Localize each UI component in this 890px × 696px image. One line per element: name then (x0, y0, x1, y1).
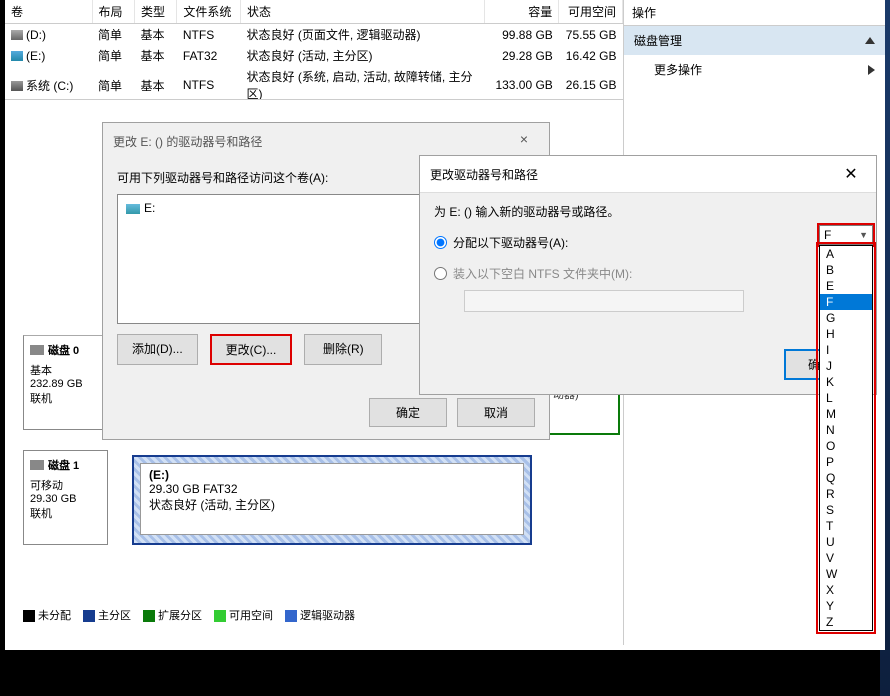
mount-folder-option[interactable]: 装入以下空白 NTFS 文件夹中(M): (434, 261, 862, 286)
letter-option[interactable]: F (820, 294, 872, 310)
letter-option[interactable]: T (820, 518, 872, 534)
letter-option[interactable]: J (820, 358, 872, 374)
action-more[interactable]: 更多操作 (624, 55, 885, 84)
volume-table: 卷 布局 类型 文件系统 状态 容量 可用空间 (D:)简单基本NTFS状态良好… (5, 0, 623, 100)
close-icon[interactable]: ✕ (836, 164, 866, 184)
letter-option[interactable]: I (820, 342, 872, 358)
mount-path-input (464, 290, 744, 312)
dialog-title: 更改驱动器号和路径 (430, 166, 538, 183)
assign-letter-radio[interactable] (434, 236, 447, 249)
col-layout[interactable]: 布局 (92, 0, 134, 24)
disk-icon (30, 460, 44, 470)
assign-drive-letter-dialog: 更改驱动器号和路径 ✕ 为 E: () 输入新的驱动器号或路径。 分配以下驱动器… (419, 155, 877, 395)
dialog-description: 为 E: () 输入新的驱动器号或路径。 (434, 203, 862, 220)
letter-option[interactable]: A (820, 246, 872, 262)
letter-option[interactable]: K (820, 374, 872, 390)
letter-option[interactable]: U (820, 534, 872, 550)
assign-letter-option[interactable]: 分配以下驱动器号(A): (434, 230, 862, 255)
letter-option[interactable]: Y (820, 598, 872, 614)
volume-row[interactable]: (E:)简单基本FAT32状态良好 (活动, 主分区)29.28 GB16.42… (5, 45, 623, 66)
add-button[interactable]: 添加(D)... (117, 334, 198, 365)
remove-button[interactable]: 删除(R) (304, 334, 382, 365)
disk-1-panel[interactable]: 磁盘 1 可移动 29.30 GB 联机 (23, 450, 108, 545)
drive-icon (126, 204, 140, 214)
letter-option[interactable]: L (820, 390, 872, 406)
letter-option[interactable]: O (820, 438, 872, 454)
letter-option[interactable]: E (820, 278, 872, 294)
disk-icon (30, 345, 44, 355)
ok-button[interactable]: 确定 (369, 398, 447, 427)
letter-option[interactable]: P (820, 454, 872, 470)
letter-option[interactable]: N (820, 422, 872, 438)
submenu-icon (868, 65, 875, 75)
col-volume[interactable]: 卷 (5, 0, 92, 24)
letter-option[interactable]: H (820, 326, 872, 342)
close-icon[interactable]: × (509, 131, 539, 151)
letter-option[interactable]: R (820, 486, 872, 502)
col-status[interactable]: 状态 (241, 0, 485, 24)
disk-0-panel[interactable]: 磁盘 0 基本 232.89 GB 联机 (23, 335, 108, 430)
legend: 未分配 主分区 扩展分区 可用空间 逻辑驱动器 (23, 607, 355, 623)
letter-option[interactable]: G (820, 310, 872, 326)
letter-option[interactable]: B (820, 262, 872, 278)
drive-letter-dropdown[interactable]: ABEFGHIJKLMNOPQRSTUVWXYZ (819, 245, 873, 631)
letter-option[interactable]: S (820, 502, 872, 518)
volume-row[interactable]: (D:)简单基本NTFS状态良好 (页面文件, 逻辑驱动器)99.88 GB75… (5, 24, 623, 46)
action-disk-management[interactable]: 磁盘管理 (624, 26, 885, 55)
disk1-volume-e[interactable]: (E:) 29.30 GB FAT32 状态良好 (活动, 主分区) (132, 455, 532, 545)
col-cap[interactable]: 容量 (485, 0, 559, 24)
letter-option[interactable]: X (820, 582, 872, 598)
col-free[interactable]: 可用空间 (559, 0, 623, 24)
mount-folder-radio[interactable] (434, 267, 447, 280)
chevron-down-icon: ▼ (859, 230, 868, 240)
col-type[interactable]: 类型 (134, 0, 176, 24)
letter-option[interactable]: Q (820, 470, 872, 486)
letter-option[interactable]: Z (820, 614, 872, 630)
collapse-icon (865, 37, 875, 44)
volume-row[interactable]: 系统 (C:)简单基本NTFS状态良好 (系统, 启动, 活动, 故障转储, 主… (5, 66, 623, 100)
actions-title: 操作 (624, 0, 885, 26)
letter-option[interactable]: V (820, 550, 872, 566)
col-fs[interactable]: 文件系统 (177, 0, 241, 24)
dialog-title: 更改 E: () 的驱动器号和路径 (113, 133, 262, 150)
letter-option[interactable]: W (820, 566, 872, 582)
letter-option[interactable]: M (820, 406, 872, 422)
change-button[interactable]: 更改(C)... (210, 334, 293, 365)
drive-letter-combo[interactable]: F ▼ (819, 225, 873, 245)
cancel-button[interactable]: 取消 (457, 398, 535, 427)
